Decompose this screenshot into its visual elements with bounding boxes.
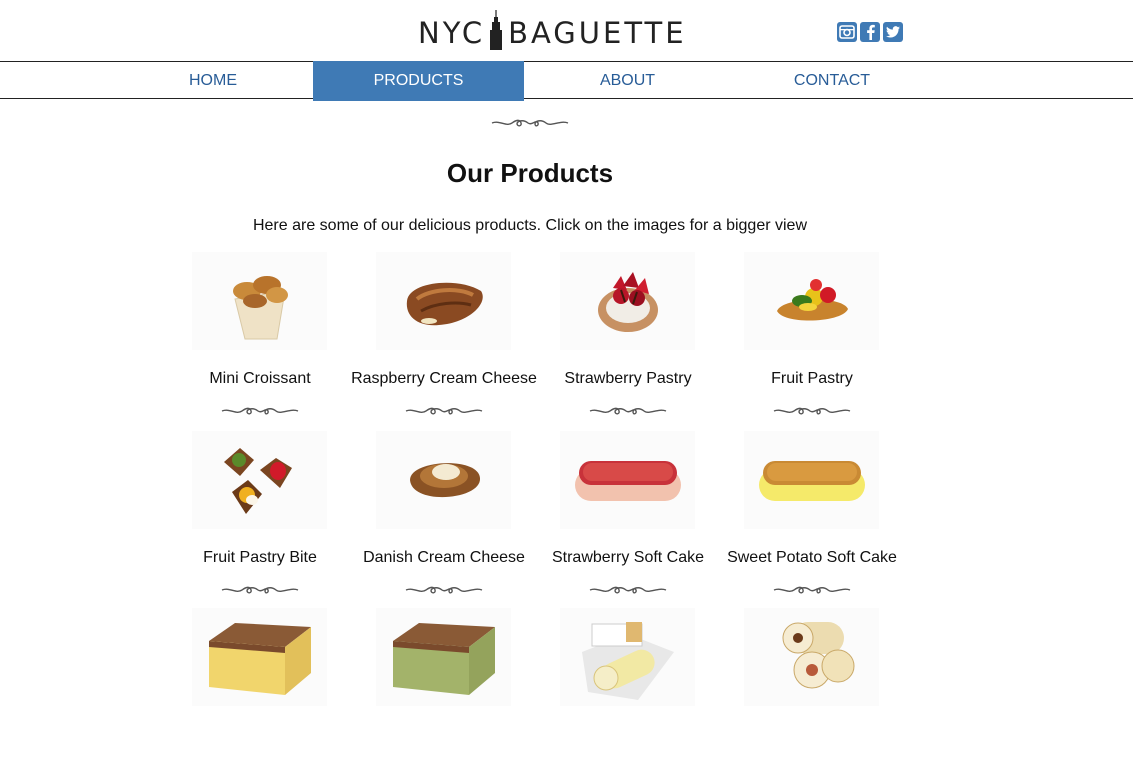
product-image-pastry-bites[interactable] xyxy=(192,431,327,529)
product-image-danish-cream[interactable] xyxy=(376,431,511,529)
product-name: Strawberry Soft Cake xyxy=(551,549,705,566)
social-links xyxy=(837,22,903,42)
swirl-divider-icon xyxy=(773,586,851,594)
logo-text-nyc: NYC xyxy=(418,16,486,50)
nav-contact[interactable]: CONTACT xyxy=(731,62,933,100)
swirl-divider-icon xyxy=(491,119,569,127)
swirl-divider-icon xyxy=(405,586,483,594)
swirl-divider-icon xyxy=(773,407,851,415)
page-title: Our Products xyxy=(446,158,614,188)
product-image-roll-cake-box[interactable] xyxy=(560,608,695,706)
product-name: Danish Cream Cheese xyxy=(363,549,525,566)
product-card: Sweet Potato Soft Cake xyxy=(727,431,912,594)
site-logo[interactable]: NYC BAGUETTE xyxy=(418,10,687,50)
page-intro: Here are some of our delicious products.… xyxy=(252,217,808,234)
product-name: Fruit Pastry xyxy=(771,370,853,387)
product-card: Mini Croissant xyxy=(180,252,360,415)
instagram-icon[interactable] xyxy=(837,22,857,42)
empire-state-icon xyxy=(490,10,503,50)
swirl-divider-icon xyxy=(589,586,667,594)
product-card xyxy=(732,608,912,758)
twitter-icon[interactable] xyxy=(883,22,903,42)
product-card xyxy=(364,608,544,758)
swirl-divider-icon xyxy=(221,407,299,415)
nav-about[interactable]: ABOUT xyxy=(524,62,731,100)
product-image-danish-brown[interactable] xyxy=(376,252,511,350)
product-card xyxy=(180,608,360,758)
product-image-croissant[interactable] xyxy=(192,252,327,350)
swirl-divider-icon xyxy=(405,407,483,415)
product-card xyxy=(548,608,728,758)
product-card: Strawberry Soft Cake xyxy=(548,431,728,594)
product-name: Raspberry Cream Cheese xyxy=(351,370,537,387)
product-name: Mini Croissant xyxy=(209,370,311,387)
swirl-divider-icon xyxy=(221,586,299,594)
site-header: NYC BAGUETTE xyxy=(0,0,1133,61)
product-image-roll-cake-slices[interactable] xyxy=(744,608,879,706)
logo-text-baguette: BAGUETTE xyxy=(508,16,687,50)
product-name: Strawberry Pastry xyxy=(564,370,692,387)
main-nav: HOME PRODUCTS ABOUT CONTACT xyxy=(0,61,1133,101)
product-name: Fruit Pastry Bite xyxy=(203,549,317,566)
nav-products[interactable]: PRODUCTS xyxy=(313,61,524,101)
product-card: Danish Cream Cheese xyxy=(363,431,544,594)
product-card: Raspberry Cream Cheese xyxy=(351,252,544,415)
product-image-castella-green[interactable] xyxy=(376,608,511,706)
product-image-soft-cake-yellow[interactable] xyxy=(744,431,879,529)
swirl-divider-icon xyxy=(589,407,667,415)
nav-home[interactable]: HOME xyxy=(113,62,313,100)
product-image-castella[interactable] xyxy=(192,608,327,706)
product-card: Fruit Pastry xyxy=(732,252,912,415)
product-card: Fruit Pastry Bite xyxy=(180,431,360,594)
product-card: Strawberry Pastry xyxy=(548,252,728,415)
product-image-fruit-pastry[interactable] xyxy=(744,252,879,350)
product-image-strawberry-pastry[interactable] xyxy=(560,252,695,350)
product-name: Sweet Potato Soft Cake xyxy=(727,549,897,566)
facebook-icon[interactable] xyxy=(860,22,880,42)
product-image-soft-cake-red[interactable] xyxy=(560,431,695,529)
